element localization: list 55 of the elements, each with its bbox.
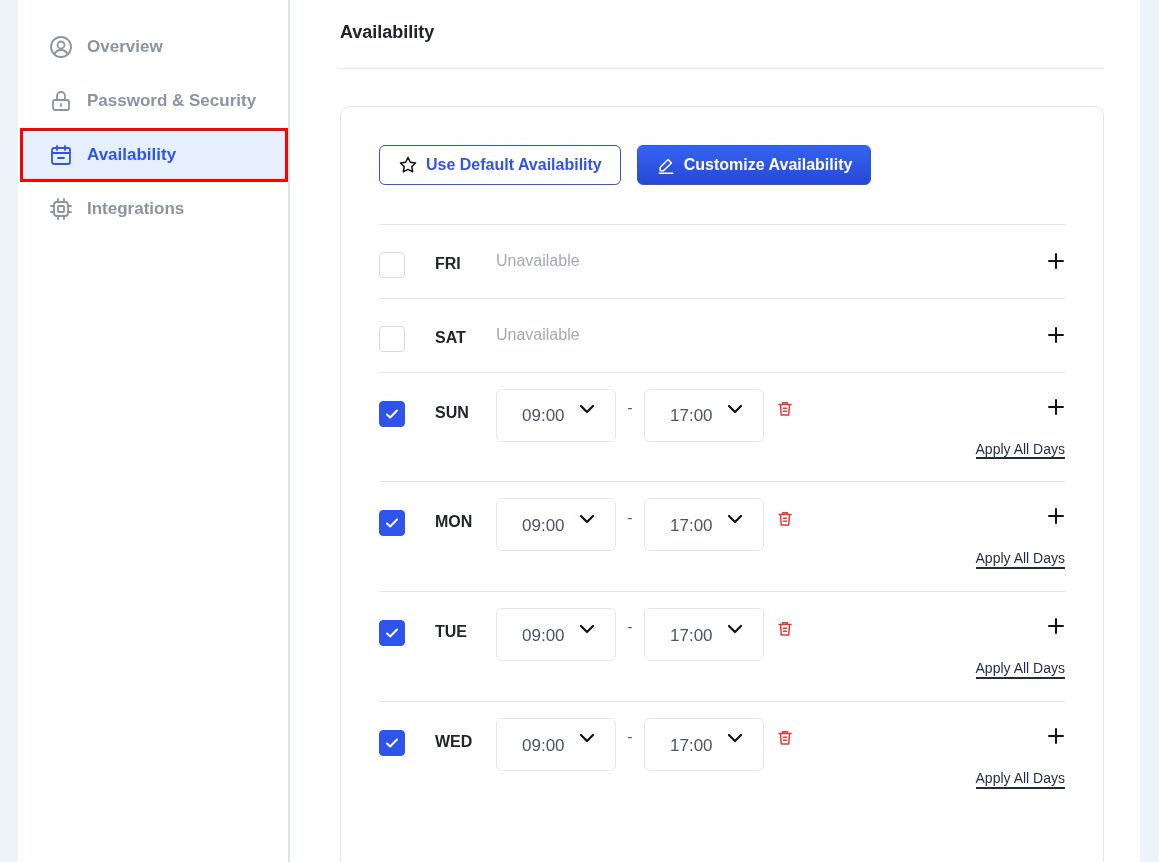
apply-all-days-link[interactable]: Apply All Days [975,770,1065,789]
time-separator: - [626,727,634,748]
add-icon[interactable] [1047,727,1065,745]
calendar-icon [49,143,73,167]
add-icon[interactable] [1047,251,1065,270]
chip-icon [49,197,73,221]
chevron-down-icon [726,404,743,415]
chevron-down-icon [726,733,743,744]
day-label: TUE [434,622,468,643]
day-label: WED [434,732,474,752]
mode-button[interactable]: Use Default Availability [379,144,621,185]
star-icon [398,154,418,175]
trash-icon[interactable] [776,400,794,419]
trash-icon[interactable] [776,619,794,638]
chevron-down-icon [578,733,595,744]
unavailable-text: Unavailable [496,324,581,345]
apply-all-days-link[interactable]: Apply All Days [975,660,1065,679]
chevron-down-icon [578,623,595,634]
day-label: SUN [434,402,470,423]
time-separator: - [626,397,634,418]
sidebar-item[interactable]: Availability [20,128,288,182]
time-separator: - [626,617,634,638]
day-checkbox[interactable] [379,400,405,427]
time-select[interactable]: 09:00 [496,388,616,442]
time-select[interactable]: 17:00 [644,608,764,662]
lock-icon [49,89,73,113]
time-select[interactable]: 09:00 [496,608,616,662]
chevron-down-icon [726,623,743,634]
mode-button[interactable]: Customize Availability [636,144,872,185]
time-select[interactable]: 09:00 [496,718,616,771]
page-title: Availability [340,22,1104,69]
user-icon [49,35,73,59]
add-icon[interactable] [1047,397,1065,416]
time-select[interactable]: 17:00 [644,718,764,771]
chevron-down-icon [578,513,595,524]
day-checkbox[interactable] [379,730,405,756]
add-icon[interactable] [1047,325,1065,344]
day-checkbox[interactable] [379,510,405,537]
day-label: MON [434,512,474,533]
chevron-down-icon [726,513,743,524]
day-label: FRI [434,253,462,274]
apply-all-days-link[interactable]: Apply All Days [975,440,1065,460]
day-label: SAT [434,327,467,348]
apply-all-days-link[interactable]: Apply All Days [975,550,1065,570]
time-separator: - [626,507,634,528]
day-checkbox[interactable] [379,620,405,647]
time-select[interactable]: 17:00 [644,498,764,552]
trash-icon[interactable] [776,509,794,528]
chevron-down-icon [578,404,595,415]
trash-icon[interactable] [776,729,794,748]
add-icon[interactable] [1047,507,1065,526]
unavailable-text: Unavailable [496,250,581,271]
add-icon[interactable] [1047,617,1065,636]
time-select[interactable]: 09:00 [496,498,616,552]
time-select[interactable]: 17:00 [644,388,764,442]
